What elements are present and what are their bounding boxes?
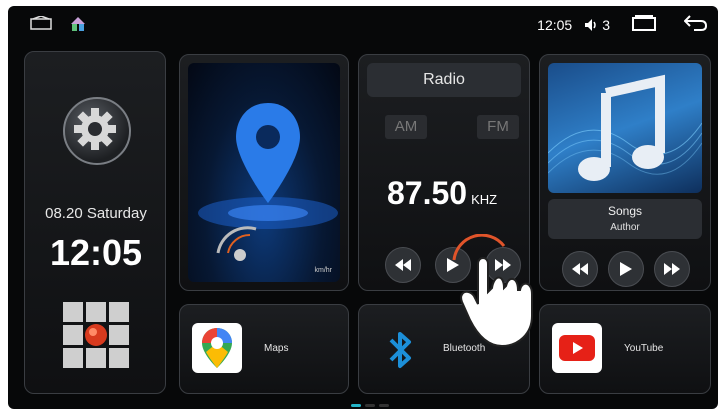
speed-unit-label: km/hr bbox=[314, 267, 333, 274]
google-maps-icon bbox=[192, 323, 242, 373]
radio-title: Radio bbox=[367, 63, 521, 97]
back-icon[interactable] bbox=[683, 14, 708, 35]
head-unit-screen: 12:05 3 08.20 Saturday 12:05 km/hr Radio… bbox=[8, 6, 718, 409]
bluetooth-icon bbox=[387, 329, 415, 376]
recent-apps-icon[interactable] bbox=[632, 15, 656, 34]
app-grid-icon[interactable] bbox=[63, 302, 129, 368]
music-card[interactable]: Songs Author bbox=[539, 54, 711, 291]
music-play-button[interactable] bbox=[608, 251, 644, 287]
home-outline-icon[interactable] bbox=[30, 15, 52, 35]
radio-frequency: 87.50 KHZ bbox=[387, 175, 497, 212]
volume-icon[interactable]: 3 bbox=[584, 17, 610, 33]
fm-band-button[interactable]: FM bbox=[477, 115, 519, 139]
app-shortcut-youtube[interactable]: YouTube bbox=[539, 304, 711, 394]
date-label: 08.20 Saturday bbox=[45, 205, 147, 222]
radio-prev-button[interactable] bbox=[385, 247, 421, 283]
page-dot[interactable] bbox=[379, 404, 389, 407]
app-label-maps: Maps bbox=[264, 343, 289, 354]
launcher-icon[interactable] bbox=[70, 16, 86, 37]
am-band-button[interactable]: AM bbox=[385, 115, 427, 139]
now-playing-box: Songs Author bbox=[548, 199, 702, 239]
album-art bbox=[548, 63, 702, 193]
clock-time: 12:05 bbox=[49, 232, 143, 273]
song-author: Author bbox=[610, 222, 640, 233]
settings-gear-icon[interactable] bbox=[63, 97, 131, 165]
app-shortcut-maps[interactable]: Maps bbox=[179, 304, 349, 394]
frequency-unit: KHZ bbox=[471, 192, 498, 207]
song-title: Songs bbox=[607, 204, 643, 218]
music-prev-button[interactable] bbox=[562, 251, 598, 287]
page-dot-active[interactable] bbox=[351, 404, 361, 407]
youtube-icon bbox=[552, 323, 602, 373]
rewind-icon bbox=[395, 259, 411, 271]
status-bar: 12:05 3 bbox=[8, 6, 718, 42]
volume-level: 3 bbox=[602, 16, 610, 33]
rewind-icon bbox=[572, 263, 588, 275]
app-label-youtube: YouTube bbox=[624, 343, 664, 354]
touch-hand-icon bbox=[448, 233, 548, 354]
music-note-icon bbox=[548, 74, 702, 181]
play-icon bbox=[620, 262, 632, 276]
status-right-group: 12:05 3 bbox=[537, 14, 708, 35]
music-next-button[interactable] bbox=[654, 251, 690, 287]
clock-card: 08.20 Saturday 12:05 bbox=[24, 51, 166, 394]
frequency-value: 87.50 bbox=[387, 175, 468, 211]
status-time: 12:05 bbox=[537, 16, 573, 33]
navigation-map-tile: km/hr bbox=[188, 63, 340, 282]
page-dot[interactable] bbox=[365, 404, 375, 407]
navigation-card[interactable]: km/hr bbox=[179, 54, 349, 291]
page-indicator bbox=[351, 404, 389, 407]
fast-forward-icon bbox=[664, 263, 680, 275]
